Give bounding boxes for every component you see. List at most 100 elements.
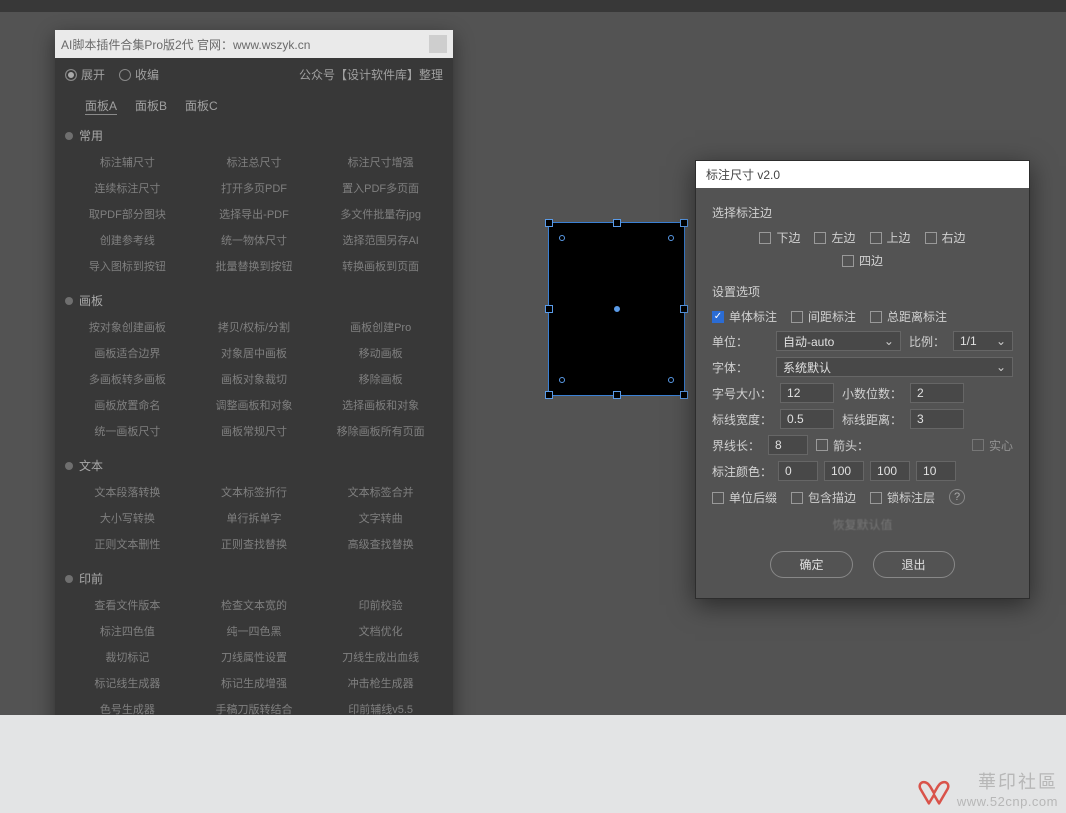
reset-button[interactable]: 恢复默认值 — [832, 516, 892, 533]
script-item[interactable]: 标记线生成器 — [69, 673, 186, 693]
close-icon[interactable] — [429, 35, 447, 53]
script-item[interactable]: 标注尺寸增强 — [322, 152, 439, 172]
anchor-bl[interactable] — [559, 377, 565, 383]
script-item[interactable]: 移动画板 — [322, 343, 439, 363]
handle-bl[interactable] — [545, 391, 553, 399]
panel-titlebar[interactable]: AI脚本插件合集Pro版2代 官网：www.wszyk.cn — [55, 30, 453, 58]
handle-br[interactable] — [680, 391, 688, 399]
color-c[interactable]: 0 — [778, 461, 818, 481]
script-item[interactable]: 画板常规尺寸 — [196, 421, 313, 441]
barlen-input[interactable]: 8 — [768, 435, 808, 455]
script-item[interactable]: 多文件批量存jpg — [322, 204, 439, 224]
script-item[interactable]: 连续标注尺寸 — [69, 178, 186, 198]
script-item[interactable]: 统一画板尺寸 — [69, 421, 186, 441]
handle-ml[interactable] — [545, 305, 553, 313]
script-item[interactable]: 对象居中画板 — [196, 343, 313, 363]
cancel-button[interactable]: 退出 — [873, 551, 955, 578]
script-item[interactable]: 拷贝/权标/分割 — [196, 317, 313, 337]
script-item[interactable]: 印前校验 — [322, 595, 439, 615]
script-item[interactable]: 高级查找替换 — [322, 534, 439, 554]
section-header[interactable]: 常用 — [55, 119, 453, 148]
script-item[interactable]: 文档优化 — [322, 621, 439, 641]
script-item[interactable]: 转换画板到页面 — [322, 256, 439, 276]
dialog-title[interactable]: 标注尺寸 v2.0 — [696, 161, 1029, 188]
script-item[interactable]: 标注总尺寸 — [196, 152, 313, 172]
mode-single[interactable]: ✓单体标注 — [712, 308, 777, 325]
script-item[interactable]: 导入图标到按钮 — [69, 256, 186, 276]
linewidth-input[interactable]: 0.5 — [780, 409, 834, 429]
script-item[interactable]: 标注四色值 — [69, 621, 186, 641]
script-item[interactable]: 刀线生成出血线 — [322, 647, 439, 667]
section-header[interactable]: 画板 — [55, 284, 453, 313]
script-item[interactable]: 取PDF部分图块 — [69, 204, 186, 224]
color-k[interactable]: 10 — [916, 461, 956, 481]
script-item[interactable]: 裁切标记 — [69, 647, 186, 667]
section-header[interactable]: 文本 — [55, 449, 453, 478]
ok-button[interactable]: 确定 — [770, 551, 852, 578]
script-item[interactable]: 检查文本宽的 — [196, 595, 313, 615]
canvas-selection[interactable] — [548, 222, 685, 396]
unit-select[interactable]: 自动-auto — [776, 331, 901, 351]
script-item[interactable]: 标注辅尺寸 — [69, 152, 186, 172]
decimals-input[interactable]: 2 — [910, 383, 964, 403]
handle-bm[interactable] — [613, 391, 621, 399]
side-top[interactable]: 上边 — [870, 229, 911, 246]
section-header[interactable]: 印前 — [55, 562, 453, 591]
fontsize-input[interactable]: 12 — [780, 383, 834, 403]
color-y[interactable]: 100 — [870, 461, 910, 481]
script-item[interactable]: 移除画板 — [322, 369, 439, 389]
script-item[interactable]: 单行拆单字 — [196, 508, 313, 528]
help-icon[interactable]: ? — [949, 489, 965, 505]
script-item[interactable]: 文字转曲 — [322, 508, 439, 528]
script-item[interactable]: 正则文本删性 — [69, 534, 186, 554]
solid-check[interactable]: 实心 — [972, 437, 1013, 454]
script-item[interactable]: 打开多页PDF — [196, 178, 313, 198]
script-item[interactable]: 正则查找替换 — [196, 534, 313, 554]
side-bottom[interactable]: 下边 — [759, 229, 800, 246]
script-item[interactable]: 置入PDF多页面 — [322, 178, 439, 198]
side-all[interactable]: 四边 — [842, 252, 883, 269]
script-item[interactable]: 文本段落转换 — [69, 482, 186, 502]
tab-b[interactable]: 面板B — [135, 97, 167, 115]
stroke-check[interactable]: 包含描边 — [791, 489, 856, 506]
radio-expand[interactable]: 展开 — [65, 66, 105, 83]
color-m[interactable]: 100 — [824, 461, 864, 481]
handle-mr[interactable] — [680, 305, 688, 313]
script-item[interactable]: 文本标签折行 — [196, 482, 313, 502]
script-item[interactable]: 刀线属性设置 — [196, 647, 313, 667]
script-item[interactable]: 查看文件版本 — [69, 595, 186, 615]
suffix-check[interactable]: 单位后缀 — [712, 489, 777, 506]
script-item[interactable]: 标记生成增强 — [196, 673, 313, 693]
arrow-check[interactable]: 箭头： — [816, 437, 869, 454]
handle-tm[interactable] — [613, 219, 621, 227]
mode-total[interactable]: 总距离标注 — [870, 308, 947, 325]
script-item[interactable]: 移除画板所有页面 — [322, 421, 439, 441]
anchor-center[interactable] — [614, 306, 620, 312]
script-item[interactable]: 画板对象裁切 — [196, 369, 313, 389]
script-item[interactable]: 多画板转多画板 — [69, 369, 186, 389]
tab-c[interactable]: 面板C — [185, 97, 218, 115]
tab-a[interactable]: 面板A — [85, 97, 117, 115]
script-item[interactable]: 大小写转换 — [69, 508, 186, 528]
mode-gap[interactable]: 间距标注 — [791, 308, 856, 325]
handle-tl[interactable] — [545, 219, 553, 227]
script-item[interactable]: 统一物体尺寸 — [196, 230, 313, 250]
radio-collapse[interactable]: 收编 — [119, 66, 159, 83]
anchor-br[interactable] — [668, 377, 674, 383]
handle-tr[interactable] — [680, 219, 688, 227]
script-item[interactable]: 画板适合边界 — [69, 343, 186, 363]
script-item[interactable]: 调整画板和对象 — [196, 395, 313, 415]
font-select[interactable]: 系统默认 — [776, 357, 1013, 377]
anchor-tr[interactable] — [668, 235, 674, 241]
script-item[interactable]: 冲击枪生成器 — [322, 673, 439, 693]
anchor-tl[interactable] — [559, 235, 565, 241]
linedist-input[interactable]: 3 — [910, 409, 964, 429]
script-item[interactable]: 创建参考线 — [69, 230, 186, 250]
script-item[interactable]: 画板创建Pro — [322, 317, 439, 337]
script-item[interactable]: 选择范围另存AI — [322, 230, 439, 250]
script-item[interactable]: 批量替换到按钮 — [196, 256, 313, 276]
script-item[interactable]: 按对象创建画板 — [69, 317, 186, 337]
side-left[interactable]: 左边 — [814, 229, 855, 246]
ratio-select[interactable]: 1/1 — [953, 331, 1013, 351]
script-item[interactable]: 纯一四色黑 — [196, 621, 313, 641]
